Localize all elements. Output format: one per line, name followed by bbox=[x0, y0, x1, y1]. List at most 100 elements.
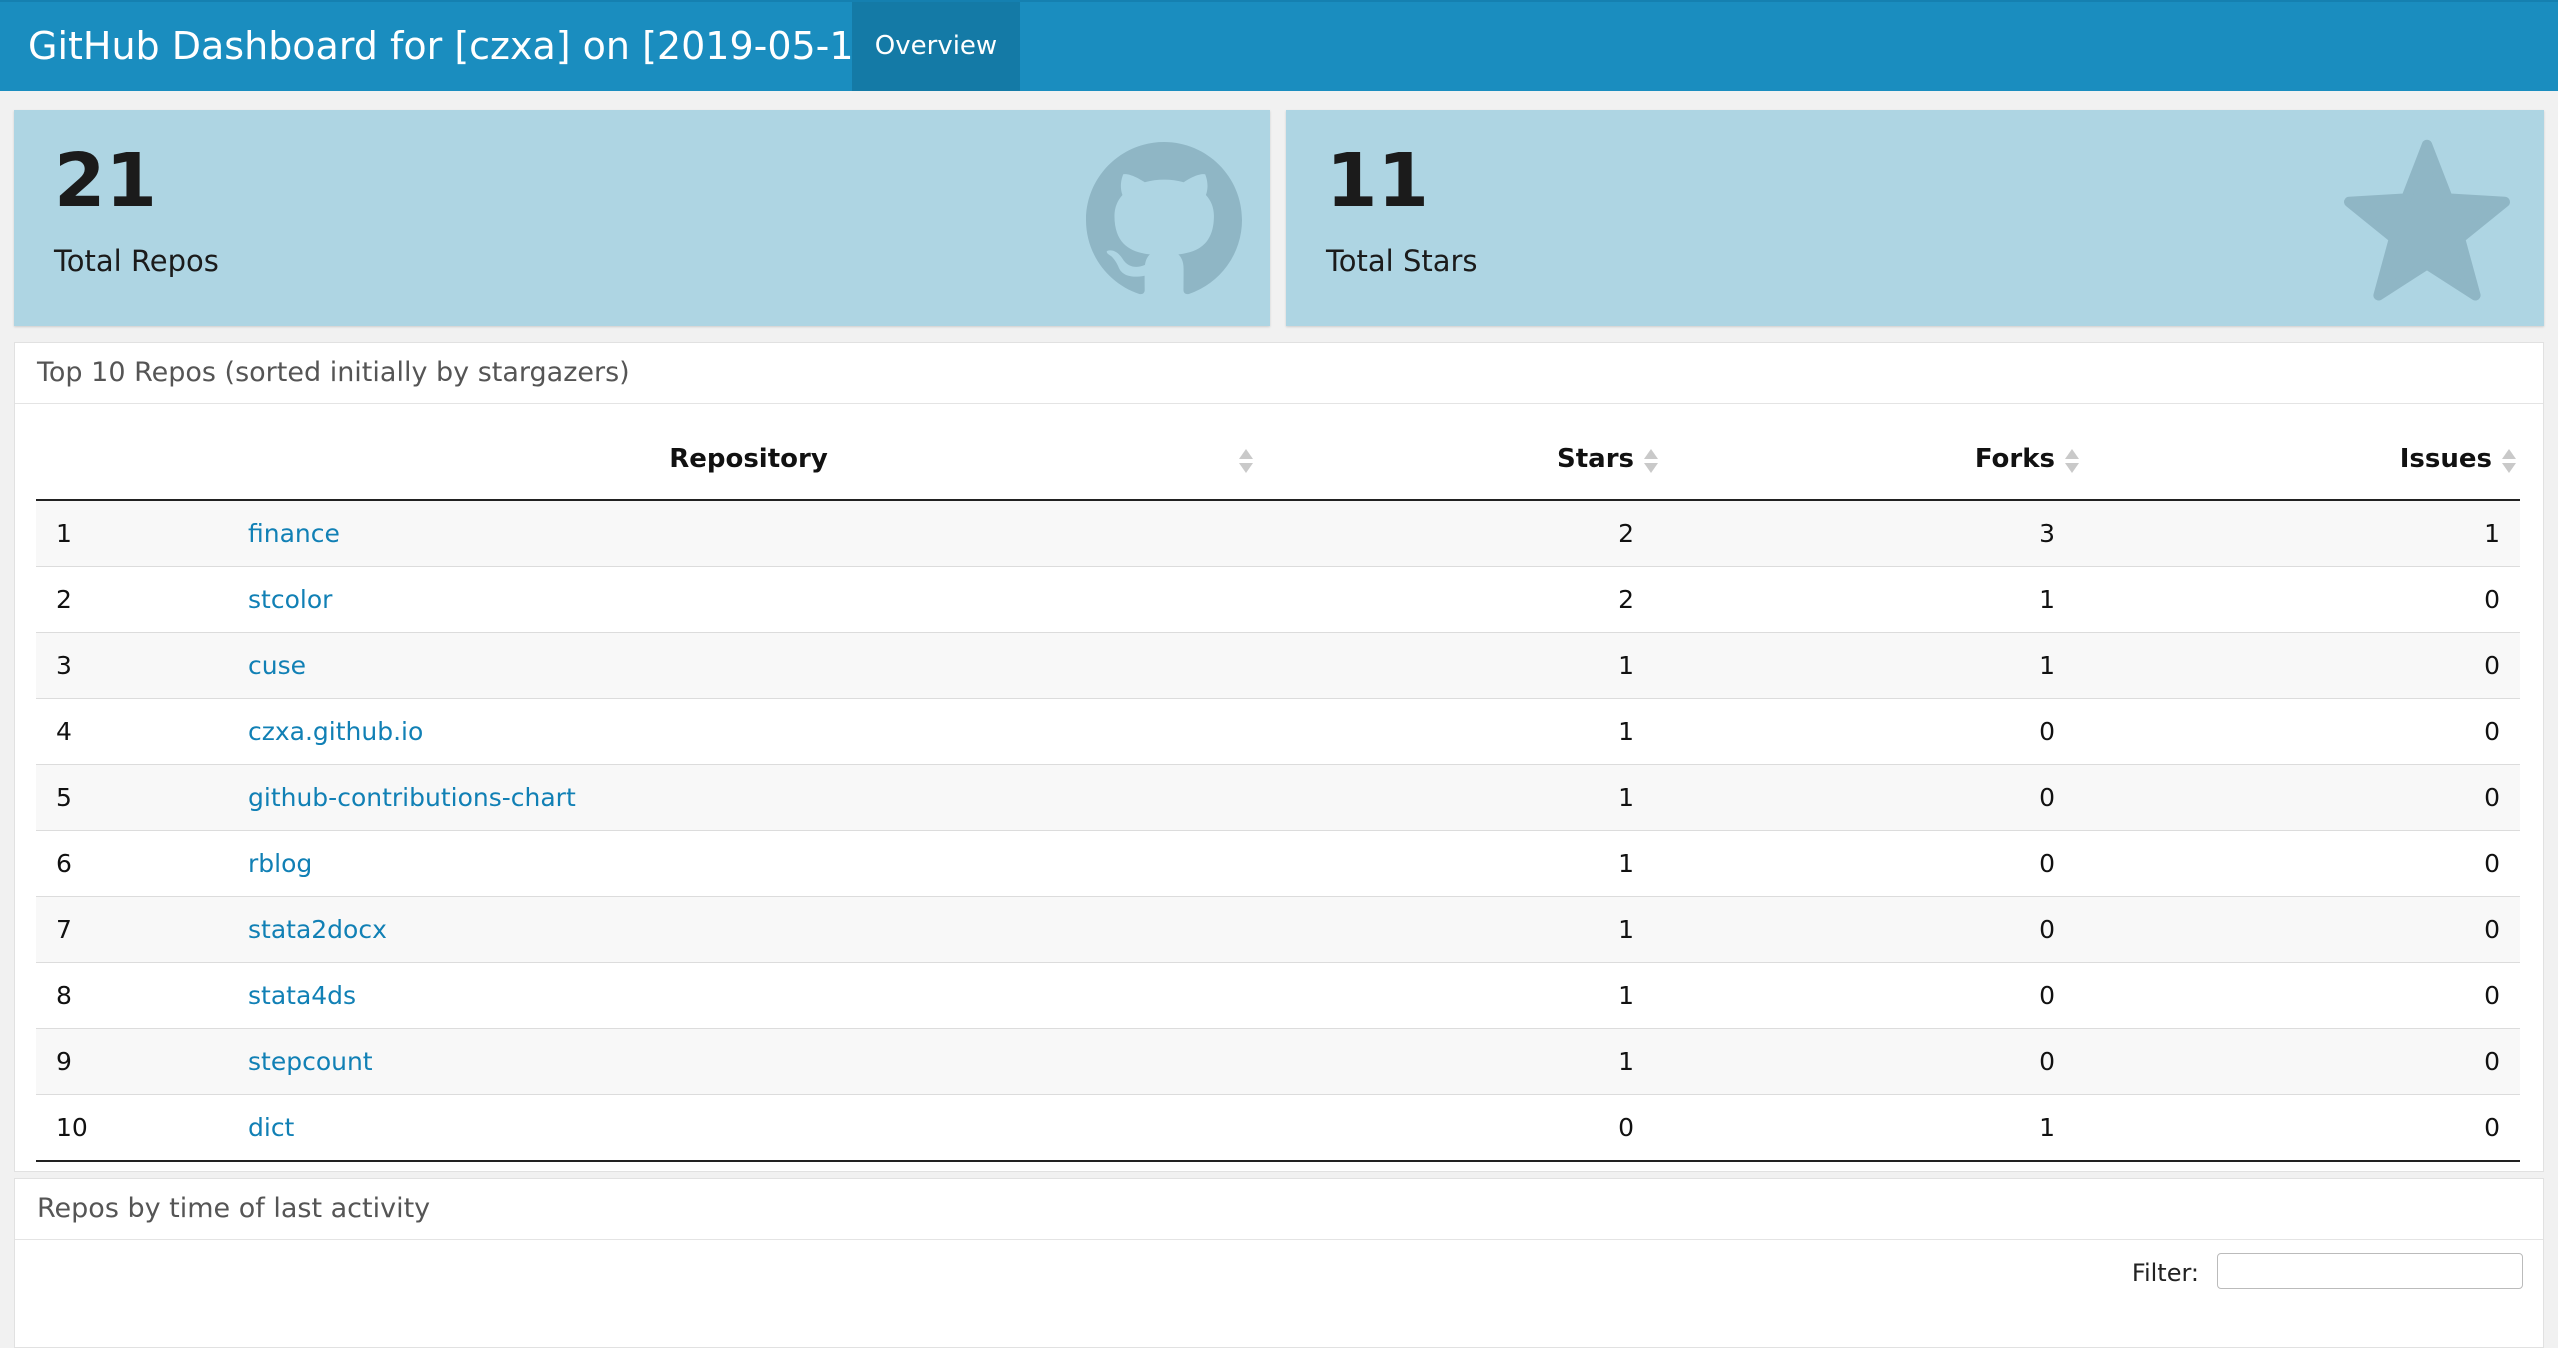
forks-cell: 0 bbox=[1692, 1028, 2106, 1095]
repo-link[interactable]: stcolor bbox=[248, 585, 332, 614]
forks-header-label: Forks bbox=[1974, 444, 2055, 474]
repo-link[interactable]: czxa.github.io bbox=[248, 717, 423, 746]
stars-cell: 2 bbox=[1618, 519, 1634, 548]
rank-cell: 7 bbox=[36, 896, 248, 963]
repo-name-cell: stata2docx bbox=[248, 896, 1269, 963]
issues-cell: 0 bbox=[2106, 764, 2520, 831]
issues-cell: 0 bbox=[2106, 698, 2520, 765]
rank-cell: 9 bbox=[36, 1028, 248, 1095]
stars-cell: 2 bbox=[1269, 566, 1692, 633]
repo-link[interactable]: stepcount bbox=[248, 1047, 373, 1076]
total-repos-box: 21 Total Repos bbox=[14, 110, 1270, 326]
stars-cell: 1 bbox=[1269, 764, 1692, 831]
table-row: 1 finance 2 3 1 bbox=[36, 500, 2520, 567]
sort-icon[interactable] bbox=[1239, 449, 1253, 473]
repo-name-cell: finance bbox=[248, 500, 1269, 567]
activity-card: Repos by time of last activity Filter: bbox=[14, 1178, 2544, 1348]
table-row: 5 github-contributions-chart 1 0 0 bbox=[36, 764, 2520, 831]
repository-header-label: Repository bbox=[669, 444, 828, 474]
table-row: 2 stcolor 2 1 0 bbox=[36, 566, 2520, 633]
total-repos-label: Total Repos bbox=[54, 244, 219, 278]
stars-cell: 1 bbox=[1269, 962, 1692, 1029]
column-header-forks[interactable]: Forks bbox=[1692, 419, 2106, 501]
repo-link[interactable]: stata2docx bbox=[248, 915, 387, 944]
rank-cell: 5 bbox=[36, 764, 248, 831]
rank-cell: 3 bbox=[36, 632, 248, 699]
repo-link[interactable]: rblog bbox=[248, 849, 312, 878]
repo-link[interactable]: stata4ds bbox=[248, 981, 356, 1010]
dashboard-title: GitHub Dashboard for [czxa] on [2019-05-… bbox=[28, 24, 893, 68]
total-stars-label: Total Stars bbox=[1326, 244, 1478, 278]
repo-name-cell: dict bbox=[248, 1094, 1269, 1162]
total-stars-value: 11 bbox=[1326, 138, 1429, 224]
forks-cell: 0 bbox=[1692, 764, 2106, 831]
forks-cell: 3 bbox=[2039, 519, 2055, 548]
table-row: 9 stepcount 1 0 0 bbox=[36, 1028, 2520, 1095]
star-icon bbox=[2344, 139, 2510, 301]
top-repos-card: Top 10 Repos (sorted initially by starga… bbox=[14, 342, 2544, 1172]
activity-table-header-cut bbox=[15, 1321, 2543, 1341]
rank-cell: 8 bbox=[36, 962, 248, 1029]
repo-name-cell: cuse bbox=[248, 632, 1269, 699]
top-navbar: GitHub Dashboard for [czxa] on [2019-05-… bbox=[0, 0, 2558, 91]
repo-link[interactable]: cuse bbox=[248, 651, 306, 680]
issues-cell: 0 bbox=[2106, 896, 2520, 963]
issues-cell: 0 bbox=[2106, 830, 2520, 897]
rank-cell: 4 bbox=[36, 698, 248, 765]
repo-name-cell: github-contributions-chart bbox=[248, 764, 1269, 831]
issues-cell: 0 bbox=[2106, 1094, 2520, 1162]
table-row: 6 rblog 1 0 0 bbox=[36, 830, 2520, 897]
stars-cell: 1 bbox=[1269, 632, 1692, 699]
filter-label: Filter: bbox=[2131, 1259, 2199, 1287]
column-header-issues[interactable]: Issues bbox=[2106, 419, 2520, 501]
column-header-stars[interactable]: Stars bbox=[1269, 419, 1692, 501]
forks-cell: 1 bbox=[1692, 566, 2106, 633]
stars-cell: 1 bbox=[1269, 830, 1692, 897]
issues-cell: 1 bbox=[2484, 519, 2500, 548]
table-row: 4 czxa.github.io 1 0 0 bbox=[36, 698, 2520, 765]
activity-title: Repos by time of last activity bbox=[15, 1179, 2543, 1240]
table-row: 10 dict 0 1 0 bbox=[36, 1094, 2520, 1162]
issues-cell: 0 bbox=[2106, 566, 2520, 633]
top-repos-title: Top 10 Repos (sorted initially by starga… bbox=[15, 343, 2543, 404]
tab-overview[interactable]: Overview bbox=[852, 2, 1020, 91]
forks-cell: 1 bbox=[1692, 632, 2106, 699]
forks-cell: 0 bbox=[1692, 962, 2106, 1029]
repo-name-cell: stcolor bbox=[248, 566, 1269, 633]
column-header-repository[interactable]: Repository bbox=[248, 419, 1269, 501]
column-header-rank bbox=[36, 419, 248, 501]
rank-cell: 6 bbox=[36, 830, 248, 897]
rank-cell: 10 bbox=[36, 1094, 248, 1162]
table-row: 8 stata4ds 1 0 0 bbox=[36, 962, 2520, 1029]
top-repos-body: 1 finance 2 3 1 2 stcolor 2 1 0 3 cuse 1… bbox=[36, 500, 2520, 1162]
table-row: 3 cuse 1 1 0 bbox=[36, 632, 2520, 699]
repo-name-cell: rblog bbox=[248, 830, 1269, 897]
repo-link[interactable]: github-contributions-chart bbox=[248, 783, 576, 812]
stars-cell: 0 bbox=[1269, 1094, 1692, 1162]
repo-link[interactable]: dict bbox=[248, 1113, 294, 1142]
table-row: 7 stata2docx 1 0 0 bbox=[36, 896, 2520, 963]
filter-input[interactable] bbox=[2217, 1253, 2523, 1289]
total-repos-value: 21 bbox=[54, 138, 157, 224]
stars-header-label: Stars bbox=[1557, 444, 1634, 474]
sort-icon[interactable] bbox=[2502, 449, 2516, 473]
stars-cell: 1 bbox=[1269, 1028, 1692, 1095]
top-repos-table: Repository Stars Forks Issues 1 finance … bbox=[36, 419, 2520, 1162]
rank-cell: 1 bbox=[56, 519, 72, 548]
forks-cell: 0 bbox=[1692, 698, 2106, 765]
repo-name-cell: czxa.github.io bbox=[248, 698, 1269, 765]
rank-cell: 2 bbox=[36, 566, 248, 633]
stars-cell: 1 bbox=[1269, 896, 1692, 963]
total-stars-box: 11 Total Stars bbox=[1286, 110, 2544, 326]
forks-cell: 1 bbox=[1692, 1094, 2106, 1162]
repo-link[interactable]: finance bbox=[248, 519, 340, 548]
repo-name-cell: stata4ds bbox=[248, 962, 1269, 1029]
sort-icon[interactable] bbox=[2065, 449, 2079, 473]
forks-cell: 0 bbox=[1692, 830, 2106, 897]
stars-cell: 1 bbox=[1269, 698, 1692, 765]
issues-cell: 0 bbox=[2106, 1028, 2520, 1095]
issues-cell: 0 bbox=[2106, 962, 2520, 1029]
forks-cell: 0 bbox=[1692, 896, 2106, 963]
issues-cell: 0 bbox=[2106, 632, 2520, 699]
sort-icon[interactable] bbox=[1644, 449, 1658, 473]
